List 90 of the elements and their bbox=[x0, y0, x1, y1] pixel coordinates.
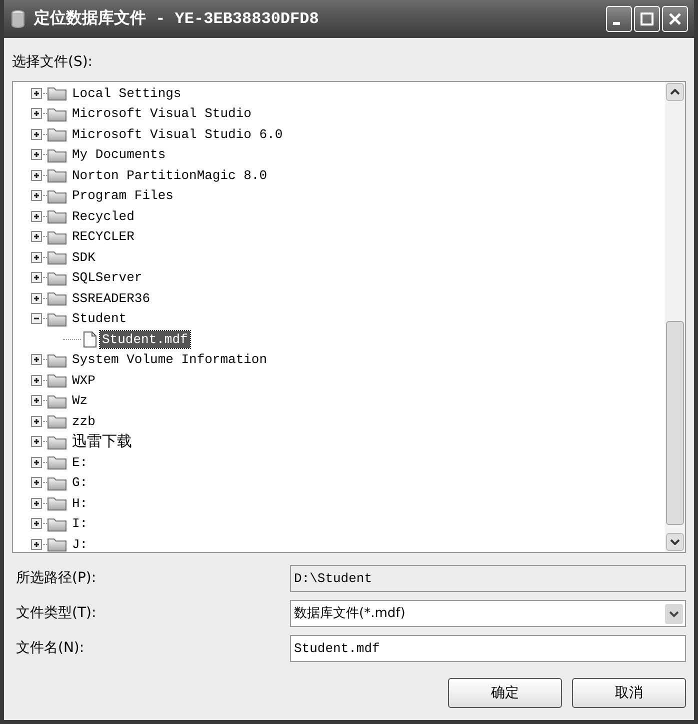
expand-icon[interactable] bbox=[31, 252, 42, 263]
field-label: 文件类型(T): bbox=[15, 604, 98, 623]
tree-item[interactable]: Recycled bbox=[70, 208, 136, 225]
folder-icon bbox=[47, 167, 67, 184]
expand-icon[interactable] bbox=[31, 88, 42, 99]
expand-icon[interactable] bbox=[31, 518, 42, 530]
expand-icon[interactable] bbox=[31, 231, 42, 242]
expand-icon[interactable] bbox=[31, 149, 42, 160]
folder-icon bbox=[47, 106, 67, 122]
expand-icon[interactable] bbox=[31, 354, 42, 366]
chevron-down-icon bbox=[665, 604, 683, 624]
tree-item[interactable]: System Volume Information bbox=[70, 351, 270, 368]
folder-icon bbox=[47, 126, 67, 142]
expand-icon[interactable] bbox=[31, 395, 42, 406]
tree-item[interactable]: RECYCLER bbox=[70, 228, 136, 246]
window-title: 定位数据库文件 - YE-3EB38830DFD8 bbox=[34, 8, 319, 30]
minimize-button[interactable] bbox=[606, 6, 632, 32]
tree-item[interactable]: H: bbox=[70, 494, 90, 512]
expand-icon[interactable] bbox=[31, 272, 42, 284]
folder-icon bbox=[47, 495, 67, 512]
tree-item[interactable]: Program Files bbox=[70, 187, 176, 204]
folder-icon bbox=[47, 516, 67, 532]
expand-icon[interactable] bbox=[31, 128, 42, 140]
tree-item[interactable]: Local Settings bbox=[70, 84, 184, 102]
expand-icon[interactable] bbox=[31, 477, 42, 488]
tree-item[interactable]: Wz bbox=[70, 392, 90, 410]
expand-icon[interactable] bbox=[31, 436, 42, 448]
folder-icon bbox=[47, 228, 67, 245]
expand-icon[interactable] bbox=[31, 292, 42, 304]
folder-icon bbox=[47, 413, 67, 430]
tree-item[interactable]: Microsoft Visual Studio bbox=[70, 105, 254, 122]
expand-icon[interactable] bbox=[31, 416, 42, 427]
tree-item[interactable]: SSREADER36 bbox=[70, 290, 152, 307]
expand-icon[interactable] bbox=[31, 538, 42, 550]
expand-icon[interactable] bbox=[31, 456, 42, 468]
folder-icon bbox=[47, 249, 67, 266]
tree-item[interactable]: SQLServer bbox=[70, 269, 144, 286]
expand-icon[interactable] bbox=[31, 210, 42, 222]
scroll-thumb[interactable] bbox=[666, 321, 684, 525]
select-file-label: 选择文件(S): bbox=[12, 53, 94, 72]
maximize-icon bbox=[640, 12, 654, 26]
expand-icon[interactable] bbox=[31, 170, 42, 181]
folder-icon bbox=[47, 310, 67, 327]
tree-item[interactable]: J: bbox=[70, 536, 90, 552]
tree-item[interactable]: SDK bbox=[70, 248, 98, 266]
field-label: 所选路径(P): bbox=[15, 569, 98, 588]
tree-item[interactable]: Student bbox=[70, 310, 129, 328]
collapse-icon[interactable] bbox=[31, 313, 42, 324]
folder-icon bbox=[47, 290, 67, 306]
folder-icon bbox=[47, 536, 67, 552]
folder-icon bbox=[47, 434, 67, 450]
folder-icon bbox=[47, 372, 67, 388]
folder-icon bbox=[47, 85, 67, 102]
folder-icon bbox=[47, 352, 67, 368]
close-button[interactable] bbox=[662, 6, 688, 32]
expand-icon[interactable] bbox=[31, 190, 42, 202]
tree-item[interactable]: Microsoft Visual Studio 6.0 bbox=[70, 126, 285, 143]
folder-icon bbox=[47, 454, 67, 470]
close-icon bbox=[668, 12, 682, 26]
folder-icon bbox=[47, 270, 67, 286]
scroll-bar[interactable] bbox=[665, 82, 685, 552]
database-icon bbox=[10, 9, 26, 29]
expand-icon[interactable] bbox=[31, 498, 42, 509]
expand-icon[interactable] bbox=[31, 108, 42, 120]
document-icon bbox=[83, 330, 97, 348]
maximize-button[interactable] bbox=[634, 6, 660, 32]
field-label: 文件名(N): bbox=[15, 639, 86, 658]
tree-item[interactable]: 迅雷下载 bbox=[70, 433, 134, 450]
scroll-up-button[interactable] bbox=[666, 83, 684, 101]
tree-item[interactable]: E: bbox=[70, 454, 90, 471]
folder-icon bbox=[47, 146, 67, 163]
file-name-field[interactable]: Student.mdf bbox=[290, 635, 686, 662]
tree-item[interactable]: My Documents bbox=[70, 146, 168, 164]
tree-item[interactable]: G: bbox=[70, 474, 90, 492]
dialog-button[interactable]: 确定 bbox=[448, 678, 562, 708]
path-field[interactable]: D:\Student bbox=[290, 565, 686, 592]
tree-item[interactable]: zzb bbox=[70, 412, 98, 430]
folder-icon bbox=[47, 208, 67, 224]
scroll-down-button[interactable] bbox=[666, 533, 684, 551]
tree-item[interactable]: I: bbox=[70, 515, 90, 532]
folder-icon bbox=[47, 392, 67, 409]
tree-item[interactable]: WXP bbox=[70, 372, 98, 389]
minimize-icon bbox=[613, 22, 620, 25]
folder-icon bbox=[47, 474, 67, 491]
folder-icon bbox=[47, 188, 67, 204]
dialog-button[interactable]: 取消 bbox=[572, 678, 686, 708]
file-type-dropdown[interactable]: 数据库文件(*.mdf) bbox=[290, 600, 686, 627]
expand-icon[interactable] bbox=[31, 374, 42, 386]
tree-item[interactable]: Norton PartitionMagic 8.0 bbox=[70, 166, 270, 184]
tree-item[interactable]: Student.mdf bbox=[100, 330, 190, 348]
